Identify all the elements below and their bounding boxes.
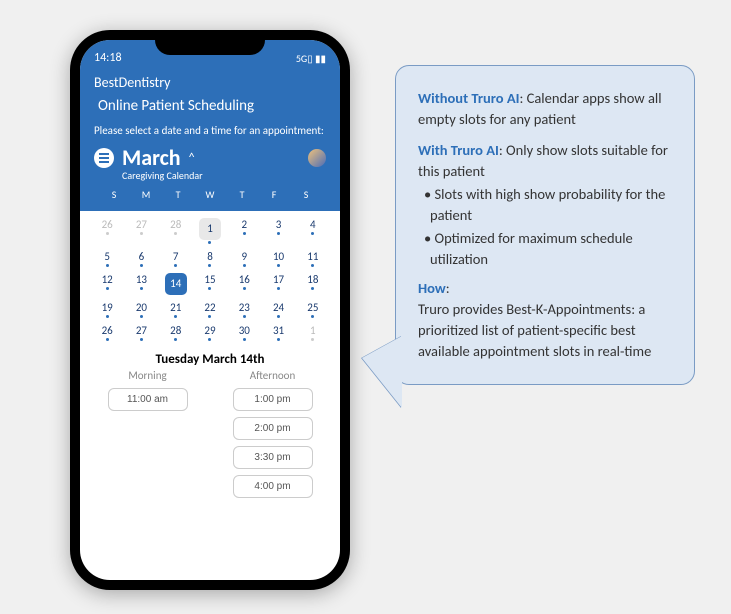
with-label: With Truro AI [418,141,499,159]
calendar-day[interactable]: 9 [227,247,261,270]
calendar-day[interactable]: 6 [124,247,158,270]
calendar-day[interactable]: 2 [227,215,261,247]
how-paragraph: How: Truro provides Best-K-Appointments:… [418,278,672,362]
phone-notch [155,30,265,55]
app-header: 14:18 5G▯ ▮▮ BestDentistry Online Patien… [80,40,340,211]
calendar-day[interactable]: 7 [159,247,193,270]
with-paragraph: With Truro AI: Only show slots suitable … [418,140,672,182]
afternoon-label: Afternoon [225,369,320,382]
calendar-day[interactable]: 10 [261,247,295,270]
calendar-week: 12131415161718 [90,270,330,298]
phone-screen: 14:18 5G▯ ▮▮ BestDentistry Online Patien… [80,40,340,580]
phone-frame: 14:18 5G▯ ▮▮ BestDentistry Online Patien… [70,30,350,590]
calendar-day[interactable]: 31 [261,321,295,344]
calendar-day[interactable]: 3 [261,215,295,247]
calendar-day[interactable]: 15 [193,270,227,298]
time-slot-button[interactable]: 11:00 am [108,388,188,411]
calendar-day[interactable]: 5 [90,247,124,270]
day-of-week-row: SMTWTFS [94,188,326,201]
calendar-day[interactable]: 18 [296,270,330,298]
calendar-day[interactable]: 26 [90,215,124,247]
dow-cell: F [258,188,290,201]
selected-date-label: Tuesday March 14th [80,346,340,369]
status-signal: 5G▯ ▮▮ [296,52,326,65]
calendar-day[interactable]: 28 [159,321,193,344]
time-slot-button[interactable]: 1:00 pm [233,388,313,411]
dow-cell: M [130,188,162,201]
month-name: March [122,144,181,171]
calendar-day[interactable]: 25 [296,298,330,321]
morning-column: Morning 11:00 am [100,369,195,504]
calendar-day[interactable]: 14 [159,270,193,298]
calendar-day[interactable]: 17 [261,270,295,298]
calendar-day[interactable]: 22 [193,298,227,321]
calendar-day[interactable]: 8 [193,247,227,270]
time-slot-button[interactable]: 4:00 pm [233,475,313,498]
calendar-day[interactable]: 27 [124,215,158,247]
calendar-day[interactable]: 23 [227,298,261,321]
without-label: Without Truro AI [418,89,519,107]
calendar-day[interactable]: 19 [90,298,124,321]
brand-name: BestDentistry [94,74,326,91]
afternoon-column: Afternoon 1:00 pm 2:00 pm 3:30 pm 4:00 pm [225,369,320,504]
calendar-day[interactable]: 24 [261,298,295,321]
calendar-day[interactable]: 30 [227,321,261,344]
calendar-day[interactable]: 1 [193,215,227,247]
how-text: Truro provides Best-K-Appointments: a pr… [418,300,651,360]
calendar-day[interactable]: 26 [90,321,124,344]
time-slots: Morning 11:00 am Afternoon 1:00 pm 2:00 p… [80,369,340,514]
calendar-day[interactable]: 29 [193,321,227,344]
calendar-day[interactable]: 4 [296,215,330,247]
calendar-day[interactable]: 16 [227,270,261,298]
dow-cell: W [194,188,226,201]
info-callout: Without Truro AI: Calendar apps show all… [395,65,695,385]
with-bullets: Slots with high show probability for the… [418,184,672,270]
without-paragraph: Without Truro AI: Calendar apps show all… [418,88,672,130]
dow-cell: S [290,188,322,201]
calendar-day[interactable]: 12 [90,270,124,298]
morning-label: Morning [100,369,195,382]
chevron-up-icon[interactable]: ^ [189,151,195,165]
calendar-week: 567891011 [90,247,330,270]
bullet-item: Optimized for maximum schedule utilizati… [424,228,672,270]
calendar-week: 2627281234 [90,215,330,247]
calendar-subtitle: Caregiving Calendar [94,169,326,182]
dow-cell: T [162,188,194,201]
calendar-day[interactable]: 13 [124,270,158,298]
calendar-day[interactable]: 27 [124,321,158,344]
time-slot-button[interactable]: 2:00 pm [233,417,313,440]
time-slot-button[interactable]: 3:30 pm [233,446,313,469]
calendar-day[interactable]: 1 [296,321,330,344]
calendar-week: 19202122232425 [90,298,330,321]
bullet-item: Slots with high show probability for the… [424,184,672,226]
month-selector[interactable]: March ^ [94,144,326,171]
calendar-week: 2627282930311 [90,321,330,344]
page-title: Online Patient Scheduling [94,97,326,115]
dow-cell: S [98,188,130,201]
instruction-text: Please select a date and a time for an a… [94,123,326,138]
menu-icon[interactable] [94,148,114,168]
calendar-grid: 2627281234567891011121314151617181920212… [80,211,340,346]
calendar-day[interactable]: 28 [159,215,193,247]
status-time: 14:18 [94,51,122,65]
dow-cell: T [226,188,258,201]
how-label: How [418,279,446,297]
calendar-day[interactable]: 21 [159,298,193,321]
calendar-day[interactable]: 11 [296,247,330,270]
calendar-day[interactable]: 20 [124,298,158,321]
callout-tail [362,336,402,408]
avatar[interactable] [308,149,326,167]
